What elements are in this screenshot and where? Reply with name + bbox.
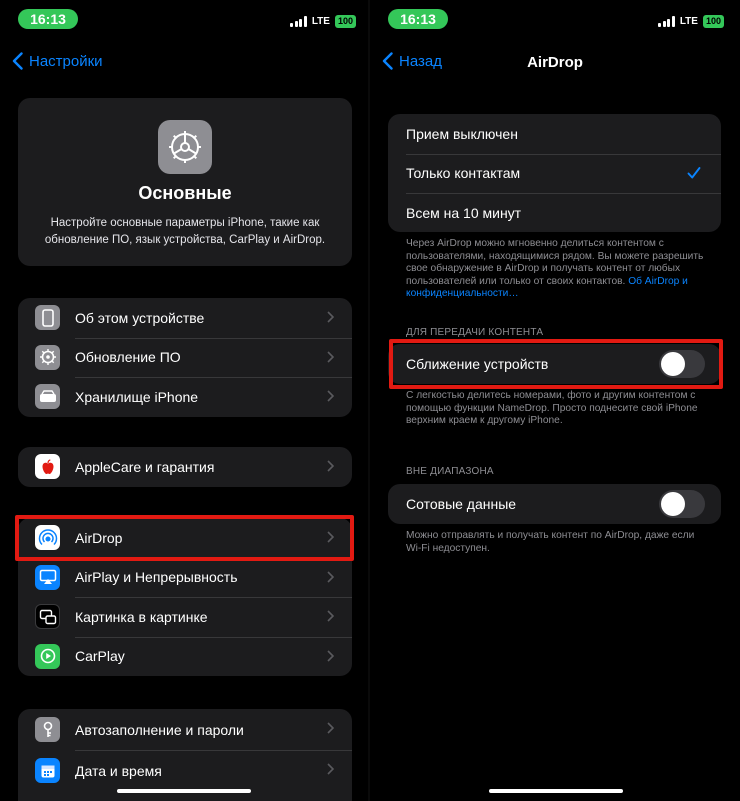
bring-devices-group: Сближение устройств — [388, 344, 721, 384]
chevron-right-icon — [327, 531, 334, 543]
about-group: Об этом устройстве Обновление ПО Хранили… — [18, 298, 352, 417]
network-label: LTE — [311, 15, 330, 27]
chevron-right-icon — [327, 390, 334, 402]
connectivity-group: AirDrop AirPlay и Непрерывность Картинка… — [18, 518, 352, 676]
general-settings-screen: 16:13 LTE 100 Настройки Основные Настрой… — [0, 0, 368, 801]
row-label: Автозаполнение и пароли — [75, 721, 244, 738]
phone-icon — [35, 305, 60, 331]
row-pip[interactable]: Картинка в картинке — [18, 597, 352, 637]
option-label: Прием выключен — [406, 125, 518, 142]
airdrop-icon — [35, 525, 60, 551]
status-indicators: LTE 100 — [290, 14, 356, 28]
storage-icon — [35, 384, 60, 410]
passwords-group: Автозаполнение и пароли Дата и время — [18, 709, 352, 801]
page-title: AirDrop — [527, 54, 583, 71]
chevron-right-icon — [327, 570, 334, 583]
chevron-right-icon — [327, 311, 334, 323]
row-autofill[interactable]: Автозаполнение и пароли — [18, 709, 352, 750]
row-label: Дата и время — [75, 762, 162, 779]
back-button[interactable]: Настройки — [12, 52, 103, 70]
applecare-group: AppleCare и гарантия — [18, 447, 352, 487]
chevron-right-icon — [327, 722, 334, 734]
nav-bar: Назад AirDrop — [370, 52, 740, 74]
option-everyone-10min[interactable]: Всем на 10 минут — [388, 193, 721, 232]
section-header-content: ДЛЯ ПЕРЕДАЧИ КОНТЕНТА — [406, 327, 544, 338]
cellular-row: Сотовые данные — [388, 484, 721, 524]
row-label: AirPlay и Непрерывность — [75, 569, 238, 586]
option-label: Только контактам — [406, 165, 521, 182]
hero-title: Основные — [138, 183, 232, 203]
key-icon — [35, 717, 60, 742]
chevron-right-icon — [327, 763, 334, 775]
network-label: LTE — [679, 15, 698, 27]
row-label: Хранилище iPhone — [75, 388, 199, 405]
bring-devices-footer: С легкостью делитесь номерами, фото и др… — [406, 390, 698, 426]
status-time: 16:13 — [388, 9, 448, 29]
signal-icon — [658, 15, 675, 27]
row-storage[interactable]: Хранилище iPhone — [18, 377, 352, 417]
cellular-toggle[interactable] — [659, 490, 705, 518]
apple-icon — [35, 454, 60, 480]
battery-icon: 100 — [702, 14, 724, 28]
receive-options-group: Прием выключен Только контактам Всем на … — [388, 114, 721, 232]
status-indicators: LTE 100 — [658, 14, 724, 28]
checkmark-icon — [687, 166, 701, 178]
receive-options-footer: Через AirDrop можно мгновенно делиться к… — [406, 238, 706, 301]
chevron-left-icon — [12, 52, 23, 70]
general-hero-card: Основные Настройте основные параметры iP… — [18, 98, 352, 266]
chevron-right-icon — [327, 610, 334, 622]
home-indicator[interactable] — [489, 789, 623, 793]
chevron-right-icon — [327, 649, 334, 662]
toggle-knob — [661, 352, 685, 376]
option-contacts-only[interactable]: Только контактам — [388, 153, 721, 194]
row-airplay[interactable]: AirPlay и Непрерывность — [18, 557, 352, 598]
back-label: Настройки — [29, 52, 103, 70]
hero-description: Настройте основные параметры iPhone, так… — [44, 217, 326, 246]
row-about[interactable]: Об этом устройстве — [18, 298, 352, 338]
airplay-icon — [35, 564, 60, 590]
airdrop-settings-screen: 16:13 LTE 100 Назад AirDrop Прием выключ… — [370, 0, 740, 801]
row-label: CarPlay — [75, 648, 125, 665]
bring-devices-row: Сближение устройств — [388, 344, 721, 384]
status-time: 16:13 — [18, 9, 78, 29]
row-label: Обновление ПО — [75, 349, 181, 366]
row-software-update[interactable]: Обновление ПО — [18, 337, 352, 378]
row-date-time[interactable]: Дата и время — [18, 750, 352, 791]
row-label: Об этом устройстве — [75, 309, 205, 326]
row-label: AirDrop — [75, 529, 123, 546]
chevron-right-icon — [327, 350, 334, 363]
row-applecare[interactable]: AppleCare и гарантия — [18, 447, 352, 487]
carplay-icon — [35, 643, 60, 669]
section-header-range: ВНЕ ДИАПАЗОНА — [406, 466, 494, 477]
home-indicator[interactable] — [117, 789, 251, 793]
row-label: Картинка в картинке — [75, 608, 208, 625]
row-carplay[interactable]: CarPlay — [18, 636, 352, 677]
cellular-footer: Можно отправлять и получать контент по A… — [406, 530, 695, 554]
option-receiving-off[interactable]: Прием выключен — [388, 114, 721, 154]
row-label: AppleCare и гарантия — [75, 458, 215, 475]
option-label: Всем на 10 минут — [406, 204, 522, 221]
nav-bar: Настройки — [0, 52, 368, 74]
cellular-label: Сотовые данные — [406, 495, 517, 512]
bring-devices-toggle[interactable] — [659, 350, 705, 378]
toggle-knob — [661, 492, 685, 516]
chevron-right-icon — [327, 460, 334, 472]
gear-icon — [35, 344, 60, 370]
gear-icon — [158, 120, 212, 174]
calendar-icon — [35, 758, 60, 783]
battery-icon: 100 — [334, 14, 356, 28]
cellular-group: Сотовые данные — [388, 484, 721, 524]
pip-icon — [35, 604, 60, 630]
signal-icon — [290, 15, 307, 27]
row-airdrop[interactable]: AirDrop — [18, 518, 352, 558]
bring-devices-label: Сближение устройств — [406, 355, 549, 372]
